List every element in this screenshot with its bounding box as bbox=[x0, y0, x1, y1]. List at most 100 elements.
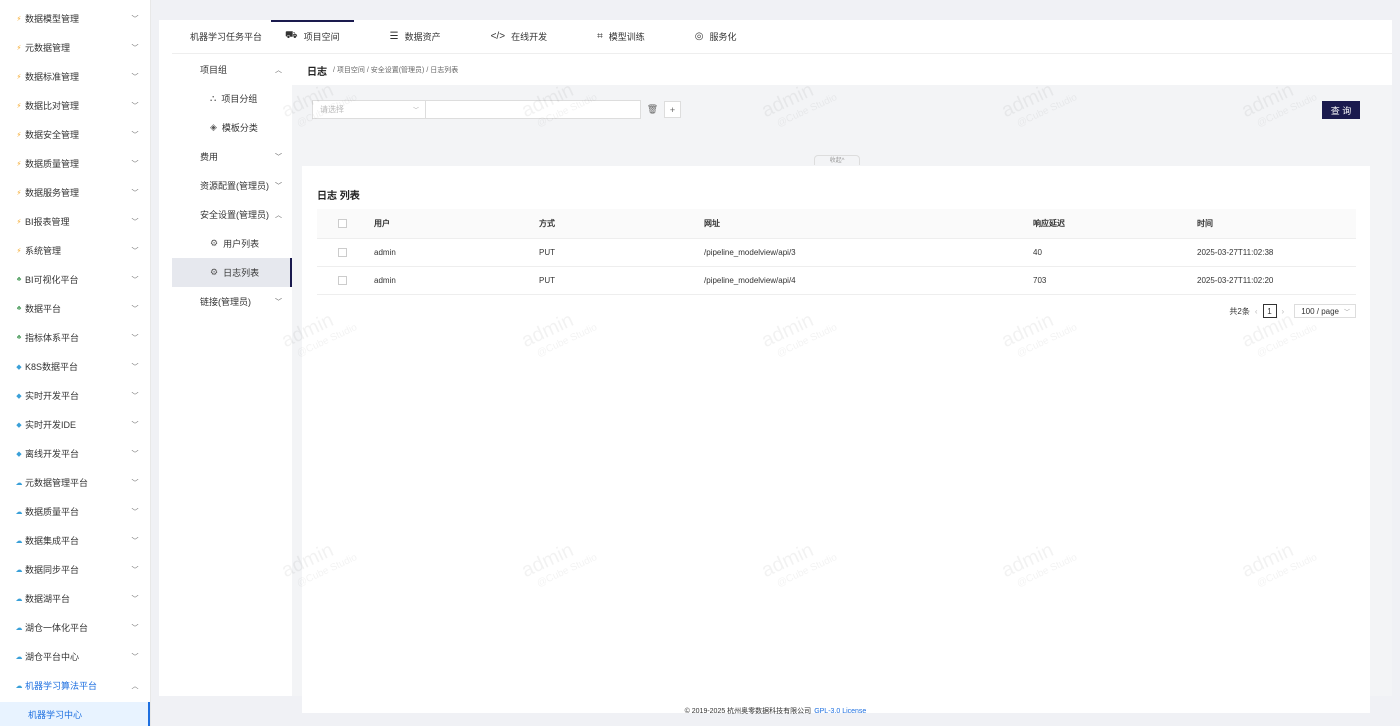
diamond-icon: ◆ bbox=[16, 392, 22, 400]
page-number[interactable]: 1 bbox=[1262, 304, 1277, 318]
total-count: 共2条 bbox=[1229, 306, 1250, 316]
tab-project-space[interactable]: ⛟ 项目空间 bbox=[271, 19, 354, 54]
sidebar-item[interactable]: ☁ 数据集成平台 ﹀ bbox=[0, 526, 150, 555]
nav-brand[interactable]: 机器学习任务平台 bbox=[172, 30, 271, 43]
col-method[interactable]: 方式 bbox=[539, 209, 704, 239]
table-row[interactable]: admin PUT /pipeline_modelview/api/4 703 … bbox=[317, 266, 1356, 295]
chevron-down-icon: ﹀ bbox=[131, 595, 139, 603]
sidebar-item[interactable]: ◆ 离线开发平台 ﹀ bbox=[0, 439, 150, 468]
sidebar-item-label: 元数据管理 bbox=[25, 43, 71, 53]
menu-group-project[interactable]: 项目组 ︿ bbox=[172, 55, 292, 84]
row-checkbox[interactable] bbox=[338, 275, 347, 285]
row-select-cell bbox=[317, 238, 374, 267]
sidebar-subitem-ml-center[interactable]: 机器学习中心 bbox=[0, 702, 150, 726]
footer: © 2019-2025 杭州奥零数据科技有限公司 GPL-3.0 License bbox=[159, 700, 1392, 722]
main-panel: 机器学习任务平台 ⛟ 项目空间 ☰ 数据资产 </> 在线开发 ⌗ 模型训练 ◎… bbox=[159, 19, 1392, 713]
row-select-cell bbox=[317, 266, 374, 295]
sidebar-item[interactable]: ⚡ 数据模型管理 ﹀ bbox=[0, 4, 150, 33]
col-latency[interactable]: 响应延迟 bbox=[1033, 209, 1197, 239]
sidebar-item[interactable]: ♣ 数据平台 ﹀ bbox=[0, 294, 150, 323]
sidebar-item[interactable]: ⚡ 系统管理 ﹀ bbox=[0, 236, 150, 265]
sidebar-item[interactable]: ⚡ 数据安全管理 ﹀ bbox=[0, 120, 150, 149]
sidebar-item[interactable]: ⚡ 数据标准管理 ﹀ bbox=[0, 62, 150, 91]
sidebar-item[interactable]: ⚡ 元数据管理 ﹀ bbox=[0, 33, 150, 62]
sidebar-item[interactable]: ☁ 数据同步平台 ﹀ bbox=[0, 555, 150, 584]
query-button[interactable]: 查 询 bbox=[1322, 101, 1360, 119]
menu-group-cost[interactable]: 费用 ﹀ bbox=[172, 142, 292, 171]
sidebar-item-label: 数据服务管理 bbox=[25, 188, 80, 198]
menu-item-log-list[interactable]: ⚙ 日志列表 bbox=[172, 258, 292, 287]
sidebar-item[interactable]: ☁ 数据质量平台 ﹀ bbox=[0, 497, 150, 526]
trash-icon: 🗑 bbox=[646, 104, 659, 114]
sidebar-item[interactable]: ◆ 实时开发IDE ﹀ bbox=[0, 410, 150, 439]
col-url[interactable]: 网址 bbox=[704, 209, 1033, 239]
collapse-label: 收起 bbox=[829, 158, 842, 164]
sidebar-item[interactable]: ⚡ 数据比对管理 ﹀ bbox=[0, 91, 150, 120]
gear-icon: ⚙ bbox=[210, 238, 219, 248]
next-page-icon[interactable]: › bbox=[1282, 307, 1285, 316]
menu-group-link[interactable]: 链接(管理员) ﹀ bbox=[172, 287, 292, 316]
chevron-down-icon: ﹀ bbox=[131, 653, 139, 661]
col-time[interactable]: 时间 bbox=[1197, 209, 1356, 239]
menu-item-user-list[interactable]: ⚙ 用户列表 bbox=[172, 229, 292, 258]
menu-item-template[interactable]: ◈ 模板分类 bbox=[172, 113, 292, 142]
select-all-checkbox[interactable] bbox=[338, 218, 347, 228]
code-icon: </> bbox=[490, 31, 506, 42]
sidebar-item-label: 数据平台 bbox=[25, 304, 62, 314]
tab-model-training[interactable]: ⌗ 模型训练 bbox=[583, 20, 659, 54]
chevron-down-icon: ﹀ bbox=[131, 508, 139, 516]
delete-filter-button[interactable]: 🗑 bbox=[644, 101, 661, 118]
select-all-cell bbox=[317, 209, 374, 239]
menu-item-label: 日志列表 bbox=[223, 268, 260, 278]
filter-value-input[interactable] bbox=[426, 100, 641, 119]
chevron-down-icon: ﹀ bbox=[131, 363, 139, 371]
sidebar-item[interactable]: ☁ 数据湖平台 ﹀ bbox=[0, 584, 150, 613]
menu-group-resource[interactable]: 资源配置(管理员) ﹀ bbox=[172, 171, 292, 200]
prev-page-icon[interactable]: ‹ bbox=[1255, 307, 1258, 316]
sidebar-item[interactable]: ⚡ BI报表管理 ﹀ bbox=[0, 207, 150, 236]
tree-icon: ♣ bbox=[16, 334, 22, 341]
license-link[interactable]: GPL-3.0 License bbox=[814, 708, 866, 715]
sidebar-item-label: K8S数据平台 bbox=[25, 362, 79, 372]
chevron-down-icon: ﹀ bbox=[131, 276, 139, 284]
page-size-select[interactable]: 100 / page ﹀ bbox=[1294, 304, 1356, 318]
cell-user: admin bbox=[374, 266, 539, 295]
sidebar-item-label: 湖仓一体化平台 bbox=[25, 623, 89, 633]
sidebar-item[interactable]: ♣ BI可视化平台 ﹀ bbox=[0, 265, 150, 294]
table-row[interactable]: admin PUT /pipeline_modelview/api/3 40 2… bbox=[317, 238, 1356, 267]
tree-icon: ♣ bbox=[16, 305, 22, 312]
sidebar-item[interactable]: ☁ 湖仓平台中心 ﹀ bbox=[0, 642, 150, 671]
log-table: 用户 方式 网址 响应延迟 时间 admin PUT /pipeline_mod… bbox=[317, 209, 1356, 295]
watermark-brand: @Cube Studio bbox=[775, 91, 839, 130]
menu-item-project-subgroup[interactable]: ⛬ 项目分组 bbox=[172, 84, 292, 113]
cell-latency: 40 bbox=[1033, 238, 1197, 267]
sidebar-item[interactable]: ⚡ 数据质量管理 ﹀ bbox=[0, 149, 150, 178]
chevron-down-icon: ﹀ bbox=[131, 334, 139, 342]
sidebar-item[interactable]: ⚡ 数据服务管理 ﹀ bbox=[0, 178, 150, 207]
watermark-user: admin bbox=[998, 79, 1057, 123]
page-size-value: 100 / page bbox=[1301, 306, 1339, 316]
sidebar-item[interactable]: ◆ 实时开发平台 ﹀ bbox=[0, 381, 150, 410]
sidebar-item[interactable]: ◆ K8S数据平台 ﹀ bbox=[0, 352, 150, 381]
sidebar-item[interactable]: ☁ 湖仓一体化平台 ﹀ bbox=[0, 613, 150, 642]
cloud-icon: ☁ bbox=[15, 537, 23, 545]
chevron-up-icon: ︿ bbox=[275, 211, 282, 219]
add-filter-button[interactable]: + bbox=[664, 101, 681, 118]
menu-item-label: 模板分类 bbox=[221, 123, 258, 133]
sidebar-item[interactable]: ☁ 机器学习算法平台 ︿ bbox=[0, 671, 150, 700]
sidebar-item-label: 元数据管理平台 bbox=[25, 478, 89, 488]
sidebar-item[interactable]: ♣ 指标体系平台 ﹀ bbox=[0, 323, 150, 352]
col-user[interactable]: 用户 bbox=[374, 209, 539, 239]
row-checkbox[interactable] bbox=[338, 247, 347, 257]
tab-service[interactable]: ◎ 服务化 bbox=[681, 20, 751, 54]
chevron-down-icon: ﹀ bbox=[131, 566, 139, 574]
cloud-icon: ☁ bbox=[15, 566, 23, 574]
content-area: 日志 / 项目空间 / 安全设置(管理员) / 日志列表 请选择 ﹀ 🗑 + 查… bbox=[278, 55, 1392, 713]
sidebar-item[interactable]: ☁ 元数据管理平台 ﹀ bbox=[0, 468, 150, 497]
tab-online-dev[interactable]: </> 在线开发 bbox=[477, 20, 561, 54]
menu-group-security[interactable]: 安全设置(管理员) ︿ bbox=[172, 200, 292, 229]
tab-data-assets[interactable]: ☰ 数据资产 bbox=[376, 20, 455, 54]
sidebar-item-label: 数据湖平台 bbox=[25, 594, 71, 604]
filter-field-select[interactable]: 请选择 ﹀ bbox=[312, 100, 426, 119]
collapse-toggle[interactable]: 收起^ bbox=[814, 155, 860, 165]
